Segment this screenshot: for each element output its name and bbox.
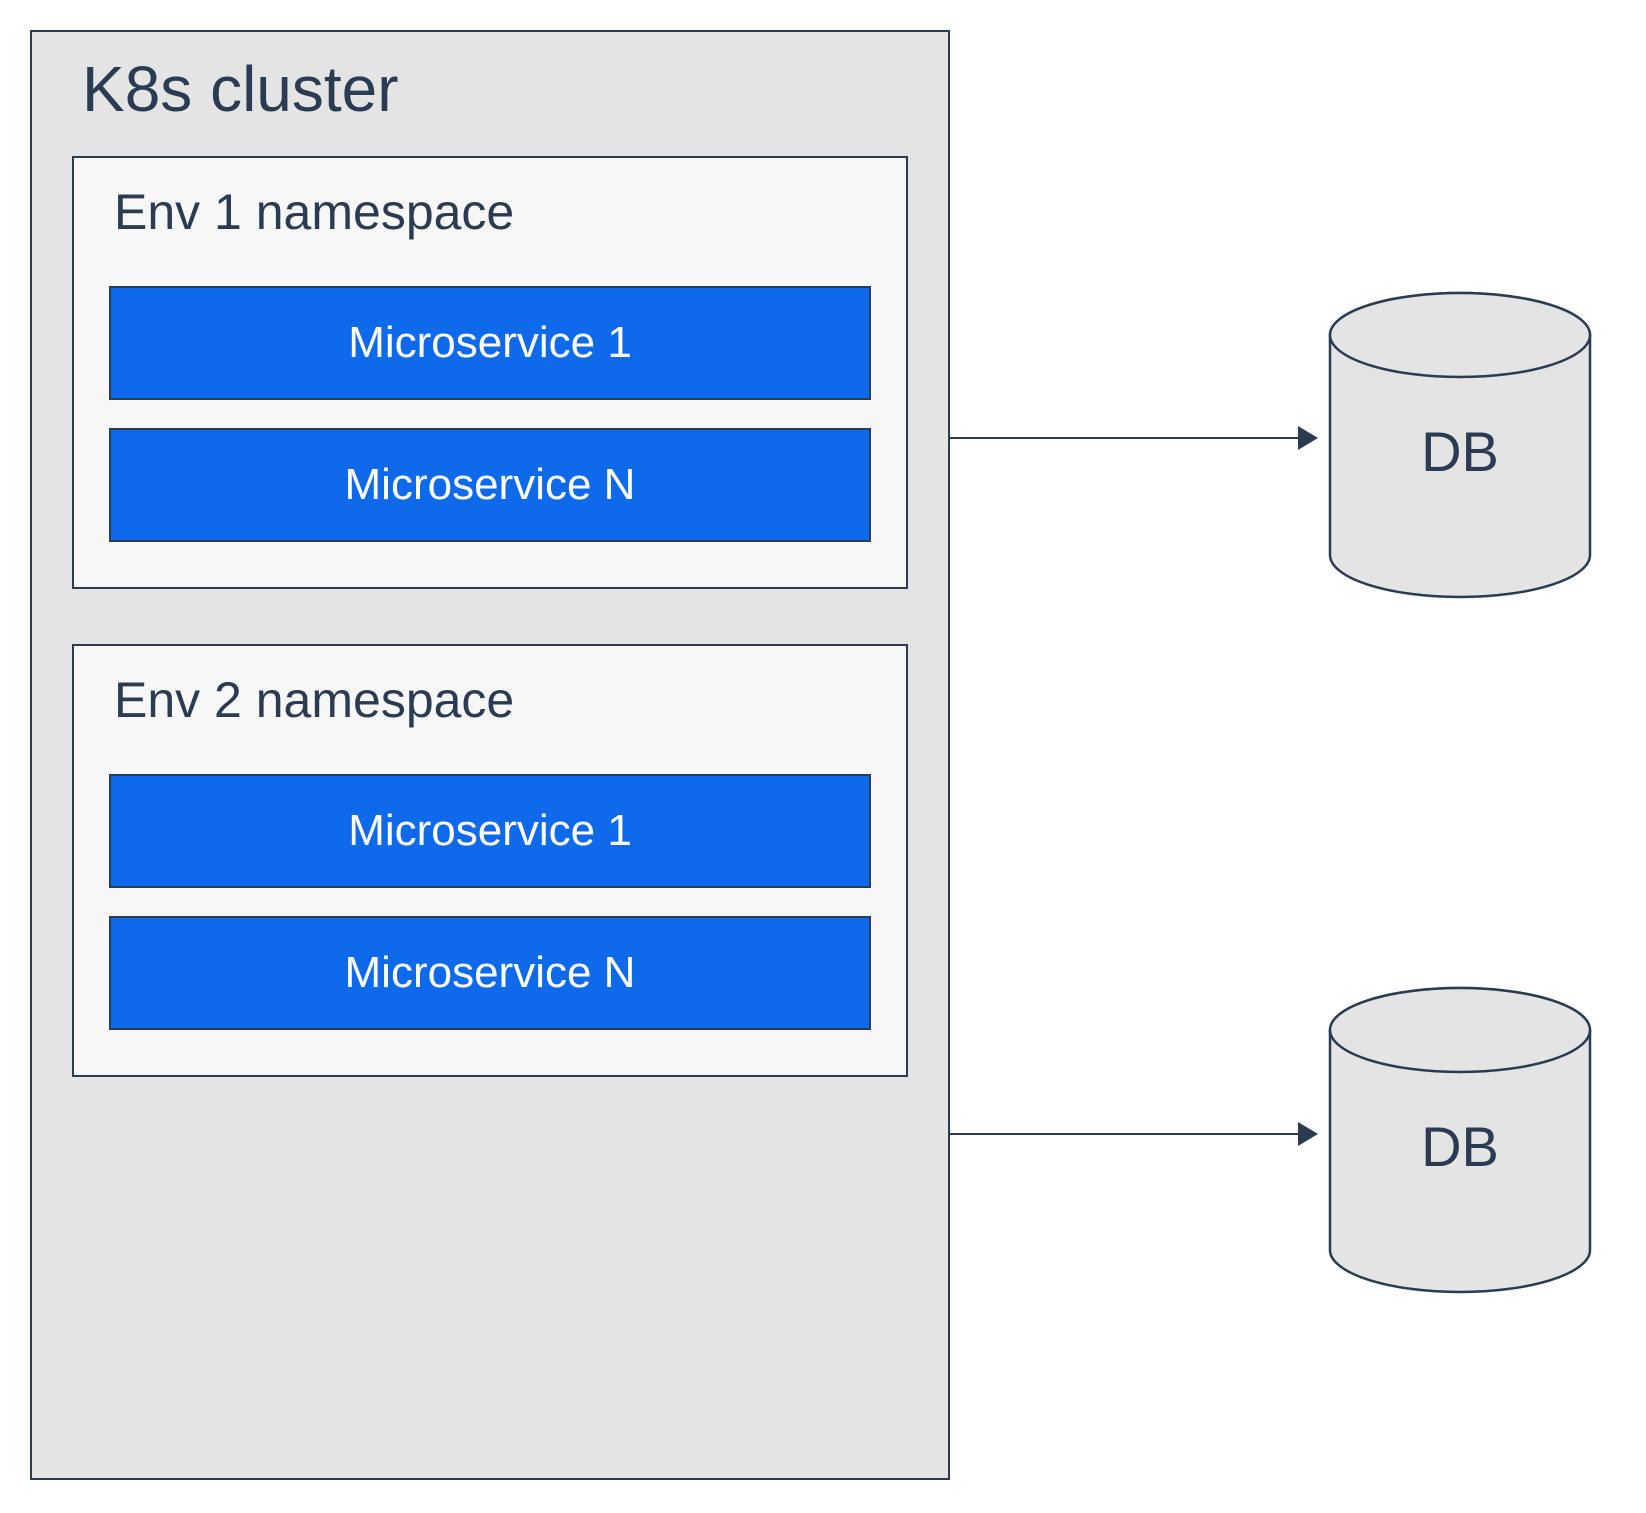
database-icon: DB bbox=[1325, 985, 1595, 1295]
namespace-box-env2: Env 2 namespace Microservice 1 Microserv… bbox=[72, 644, 908, 1077]
microservice-box: Microservice N bbox=[109, 916, 871, 1030]
database-icon: DB bbox=[1325, 290, 1595, 600]
connector-arrow-line bbox=[950, 1133, 1300, 1135]
cluster-title: K8s cluster bbox=[82, 52, 908, 126]
k8s-cluster-box: K8s cluster Env 1 namespace Microservice… bbox=[30, 30, 950, 1480]
namespace-title-env1: Env 1 namespace bbox=[114, 183, 871, 241]
microservice-box: Microservice 1 bbox=[109, 774, 871, 888]
connector-arrow-line bbox=[950, 437, 1300, 439]
microservice-box: Microservice N bbox=[109, 428, 871, 542]
database-label: DB bbox=[1421, 419, 1499, 484]
connector-arrow-head-icon bbox=[1298, 1122, 1318, 1146]
connector-arrow-head-icon bbox=[1298, 426, 1318, 450]
namespace-title-env2: Env 2 namespace bbox=[114, 671, 871, 729]
namespace-box-env1: Env 1 namespace Microservice 1 Microserv… bbox=[72, 156, 908, 589]
microservice-box: Microservice 1 bbox=[109, 286, 871, 400]
database-label: DB bbox=[1421, 1114, 1499, 1179]
